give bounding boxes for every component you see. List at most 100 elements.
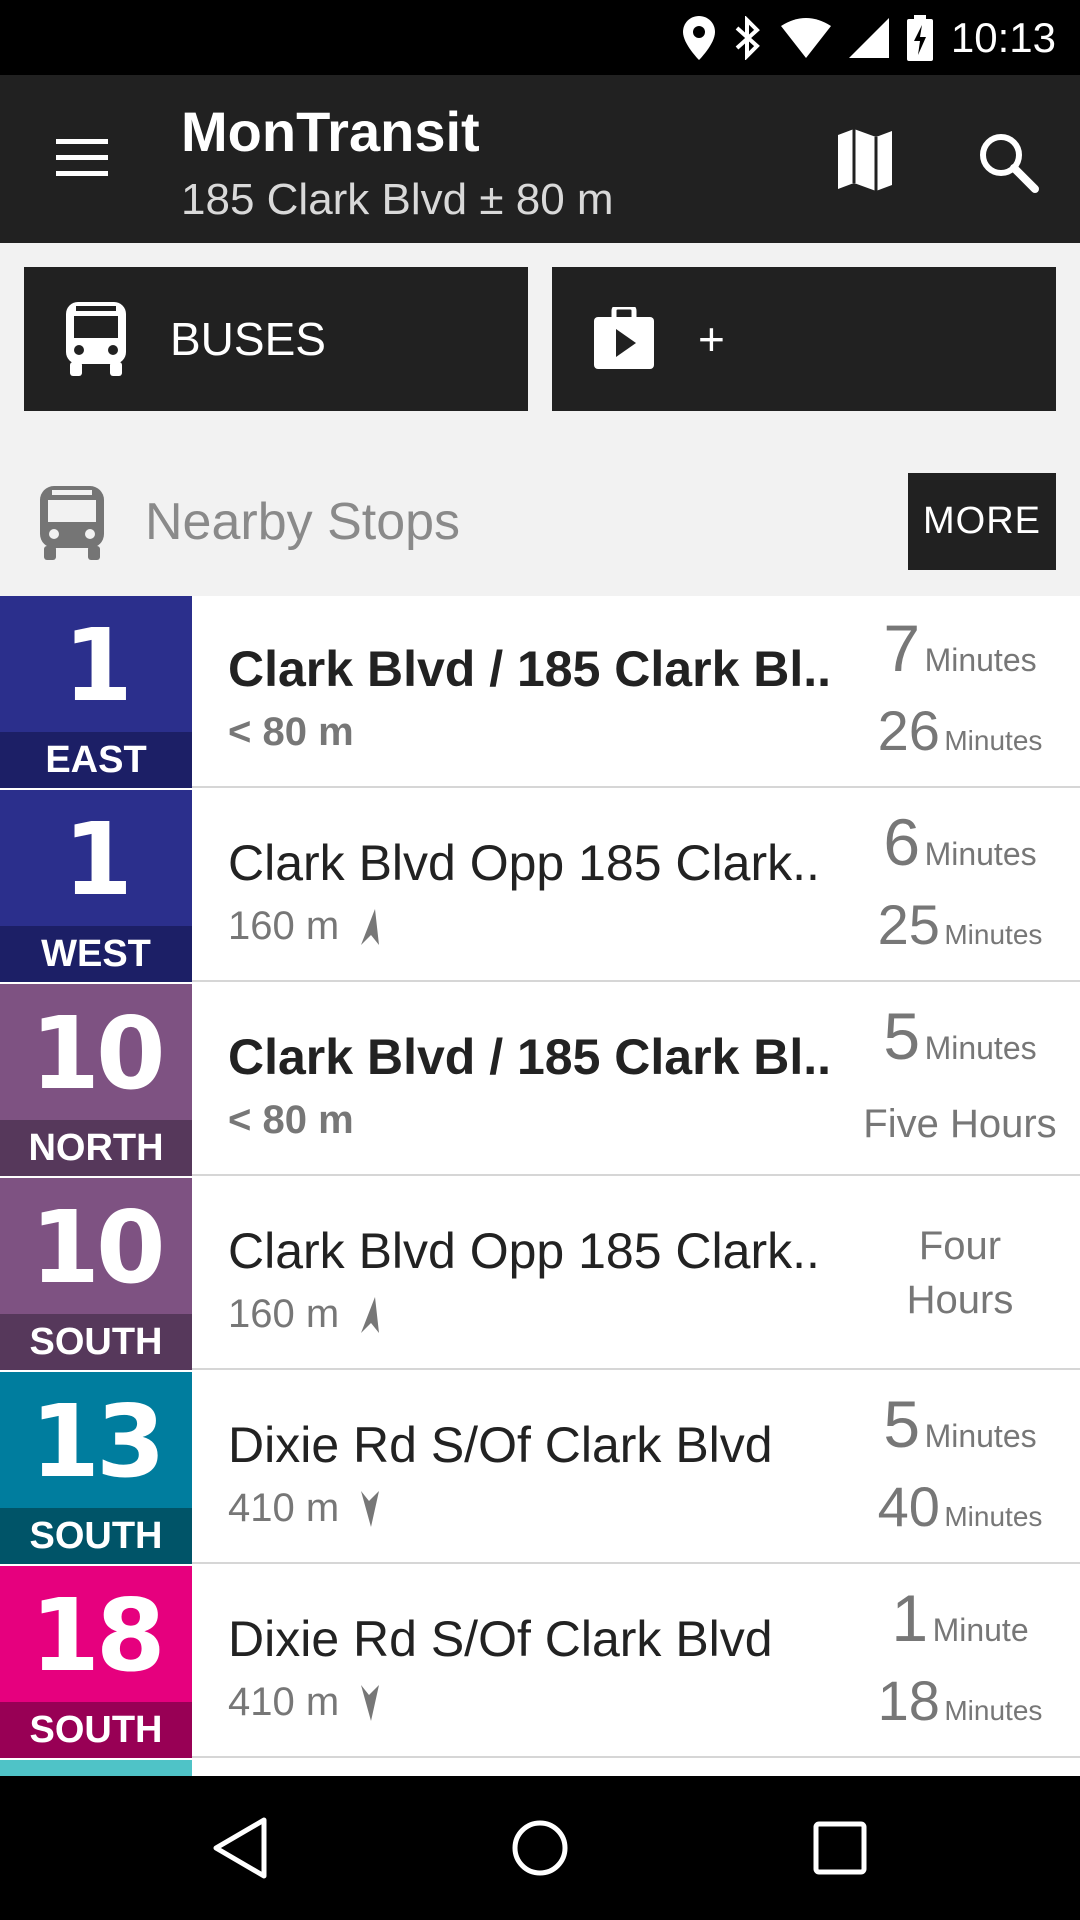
- route-badge: 10 NORTH: [0, 984, 192, 1176]
- nearby-stops-header: Nearby Stops MORE: [0, 440, 1080, 596]
- arrival-times: 5 Minutes 40 Minutes: [860, 1372, 1060, 1564]
- arrival-unit: Minutes: [944, 1695, 1043, 1726]
- arrival-times: 5 Minutes Five Hours: [860, 984, 1060, 1176]
- status-bar: 10:13: [0, 0, 1080, 75]
- arrival-value: 5: [883, 999, 921, 1073]
- following-arrival: 40 Minutes: [860, 1474, 1060, 1539]
- recents-button[interactable]: [804, 1812, 876, 1884]
- status-icons: 10:13: [682, 0, 1056, 75]
- arrival-value: 18: [877, 1669, 940, 1732]
- stop-name: Clark Blvd / 185 Clark Bl..: [228, 641, 832, 697]
- arrival-value: 6: [883, 805, 921, 879]
- stop-row[interactable]: 13 SOUTH Dixie Rd S/Of Clark Blvd 410 m 5 Mi…: [0, 1372, 1080, 1564]
- stop-distance: 160 m: [228, 1292, 383, 1337]
- route-direction: SOUTH: [0, 1702, 192, 1758]
- stop-name: Clark Blvd Opp 185 Clark..: [228, 835, 820, 891]
- route-badge: 18 SOUTH: [0, 1566, 192, 1758]
- stop-distance: < 80 m: [228, 1098, 354, 1143]
- map-icon: [838, 129, 892, 191]
- route-direction: SOUTH: [0, 1508, 192, 1564]
- arrival-text: Five Hours: [863, 1102, 1057, 1146]
- next-arrival: 6 Minutes: [860, 804, 1060, 880]
- arrival-value: 25: [877, 893, 940, 956]
- menu-button[interactable]: [52, 133, 112, 183]
- arrival-times: 1 Minute 18 Minutes: [860, 1566, 1060, 1758]
- bluetooth-icon: [735, 15, 760, 60]
- arrival-times: 6 Minutes 25 Minutes: [860, 790, 1060, 982]
- stop-name: Clark Blvd Opp 185 Clark..: [228, 1223, 820, 1279]
- following-arrival: 18 Minutes: [860, 1668, 1060, 1733]
- buses-label: BUSES: [170, 313, 326, 365]
- home-button[interactable]: [504, 1812, 576, 1884]
- route-direction: NORTH: [0, 1120, 192, 1176]
- stop-row[interactable]: 1 EAST Clark Blvd / 185 Clark Bl.. < 80 m 7 …: [0, 596, 1080, 788]
- route-badge: 1 WEST: [0, 790, 192, 982]
- search-button[interactable]: [975, 129, 1041, 195]
- compass-arrow-icon: [361, 1490, 380, 1527]
- compass-arrow-icon: [361, 1684, 380, 1721]
- app-bar: MonTransit 185 Clark Blvd ± 80 m: [0, 75, 1080, 243]
- distance-text: < 80 m: [228, 1098, 354, 1142]
- location-subtitle: 185 Clark Blvd ± 80 m: [181, 175, 614, 224]
- route-badge: 13 SOUTH: [0, 1372, 192, 1564]
- stop-distance: < 80 m: [228, 710, 354, 755]
- back-button[interactable]: [204, 1812, 276, 1884]
- route-number: 1: [63, 607, 133, 724]
- buses-module-button[interactable]: BUSES: [24, 267, 528, 411]
- arrival-value: 40: [877, 1475, 940, 1538]
- compass-arrow-icon: [361, 1296, 380, 1333]
- route-number: 13: [30, 1383, 165, 1500]
- stop-row[interactable]: 10 NORTH Clark Blvd / 185 Clark Bl.. < 80 m…: [0, 984, 1080, 1176]
- arrival-unit: Minutes: [924, 642, 1037, 678]
- compass-arrow-icon: [361, 908, 380, 945]
- distance-text: 410 m: [228, 1680, 340, 1724]
- location-pin-icon: [682, 15, 715, 60]
- route-badge: 10 SOUTH: [0, 1178, 192, 1370]
- arrival-value: 5: [883, 1387, 921, 1461]
- route-badge: 1 EAST: [0, 596, 192, 788]
- next-arrival: 5 Minutes: [860, 1386, 1060, 1462]
- next-arrival: 1 Minute: [860, 1580, 1060, 1656]
- route-number: 10: [30, 995, 165, 1112]
- following-arrival: 26 Minutes: [860, 698, 1060, 763]
- following-arrival: 25 Minutes: [860, 892, 1060, 957]
- stop-row[interactable]: 18 SOUTH Dixie Rd S/Of Clark Blvd 410 m 1 Mi…: [0, 1566, 1080, 1758]
- following-arrival: Five Hours: [860, 1102, 1060, 1147]
- nearby-stops-title: Nearby Stops: [145, 493, 461, 551]
- stop-distance: 160 m: [228, 904, 383, 949]
- arrival-value: 7: [883, 611, 921, 685]
- next-arrival: 5 Minutes: [860, 998, 1060, 1074]
- status-clock: 10:13: [950, 13, 1056, 61]
- arrival-unit: Minutes: [924, 1418, 1037, 1454]
- route-number: 18: [30, 1577, 165, 1694]
- arrival-unit: Minutes: [924, 836, 1037, 872]
- arrival-value: 26: [877, 699, 940, 762]
- arrival-text: Hours: [906, 1278, 1014, 1322]
- route-direction: EAST: [0, 732, 192, 788]
- stop-row[interactable]: 10 SOUTH Clark Blvd Opp 185 Clark.. 160 m Fo…: [0, 1178, 1080, 1370]
- add-module-button[interactable]: +: [552, 267, 1056, 411]
- arrival-unit: Minutes: [944, 725, 1043, 756]
- distance-text: < 80 m: [228, 710, 354, 754]
- home-icon: [512, 1820, 568, 1876]
- stop-row[interactable]: 1 WEST Clark Blvd Opp 185 Clark.. 160 m 6 Mi…: [0, 790, 1080, 982]
- more-button[interactable]: MORE: [908, 473, 1056, 570]
- stop-distance: 410 m: [228, 1680, 383, 1725]
- arrival-times: 7 Minutes 26 Minutes: [860, 596, 1060, 788]
- stop-name: Dixie Rd S/Of Clark Blvd: [228, 1417, 773, 1473]
- next-arrival: 7 Minutes: [860, 610, 1060, 686]
- bus-icon: [40, 486, 104, 560]
- store-bag-icon: [594, 307, 654, 369]
- distance-text: 410 m: [228, 1486, 340, 1530]
- route-badge: [0, 1760, 192, 1776]
- bus-icon: [66, 302, 126, 376]
- distance-text: 160 m: [228, 1292, 340, 1336]
- arrival-times: Four Hours: [860, 1178, 1060, 1370]
- recents-icon: [813, 1821, 867, 1875]
- map-button[interactable]: [830, 127, 900, 193]
- arrival-unit: Minutes: [944, 919, 1043, 950]
- arrival-unit: Minutes: [944, 1501, 1043, 1532]
- route-number: 1: [63, 801, 133, 918]
- stop-distance: 410 m: [228, 1486, 383, 1531]
- battery-charging-icon: [906, 14, 933, 61]
